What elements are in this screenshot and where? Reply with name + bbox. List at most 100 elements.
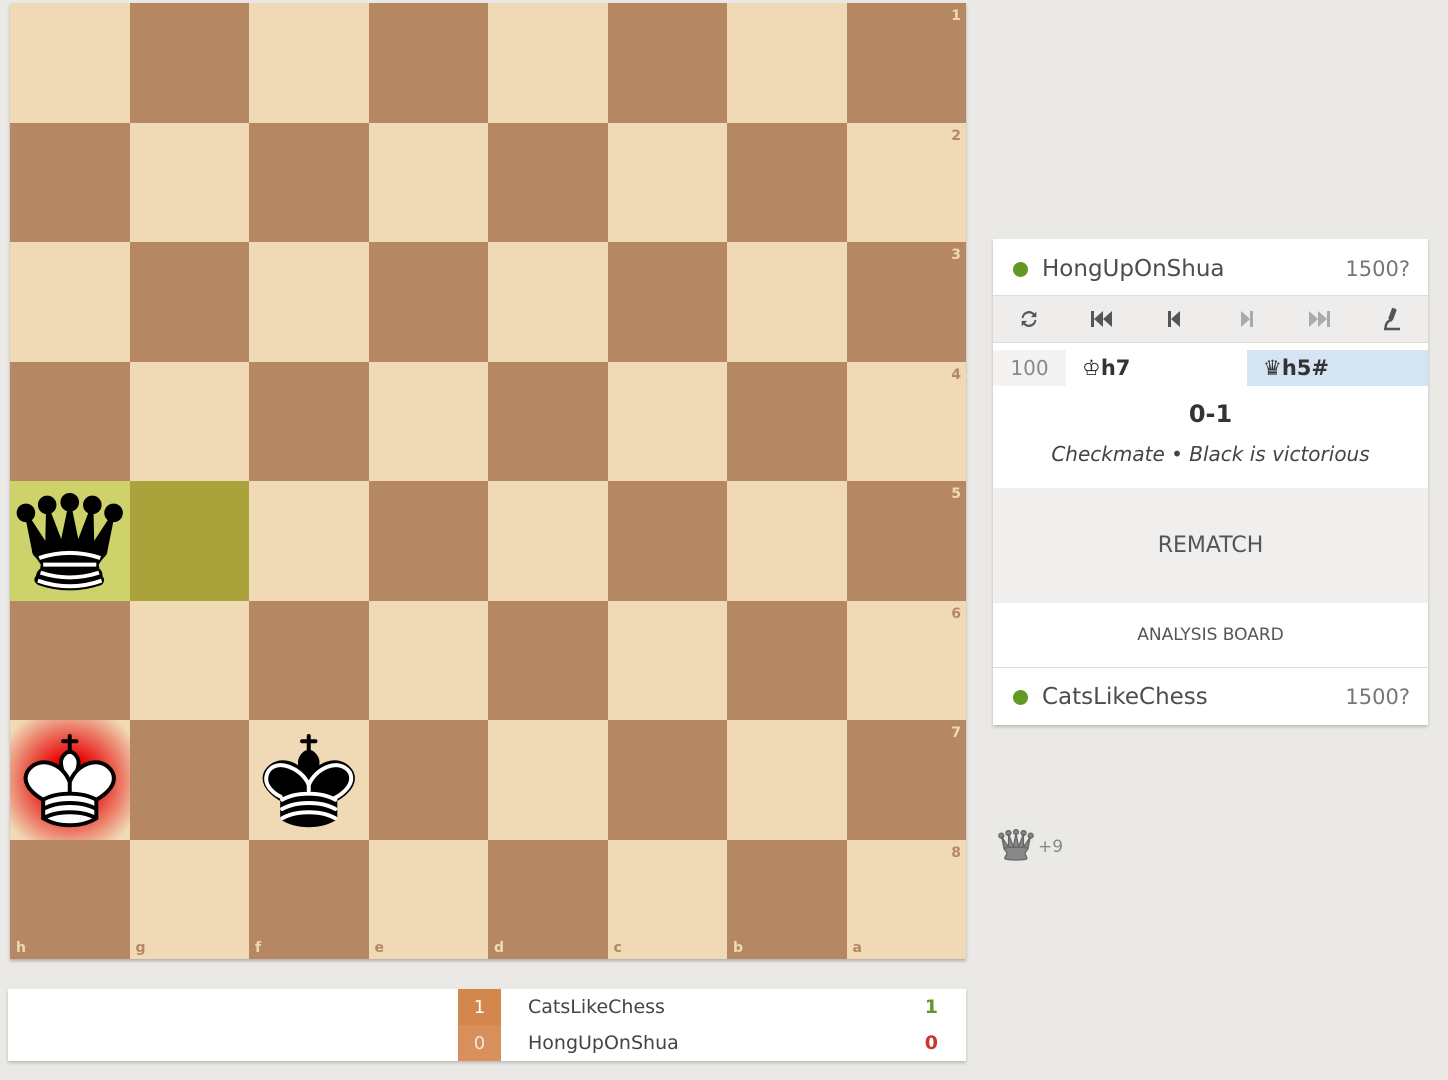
square-b5[interactable] xyxy=(727,481,847,601)
black-move[interactable]: ♛h5# xyxy=(1247,350,1428,386)
square-a2[interactable]: 2 xyxy=(846,122,966,242)
file-label: c xyxy=(613,940,622,956)
square-d8[interactable]: d xyxy=(488,839,608,959)
square-b6[interactable] xyxy=(727,600,847,720)
square-c3[interactable] xyxy=(607,242,727,362)
file-label: f xyxy=(255,940,262,956)
queen-icon xyxy=(996,825,1036,869)
square-h6[interactable] xyxy=(10,600,130,720)
square-e5[interactable] xyxy=(368,481,488,601)
next-move-icon[interactable] xyxy=(1227,299,1267,339)
square-a7[interactable]: 7 xyxy=(846,720,966,840)
square-c6[interactable] xyxy=(607,600,727,720)
square-b3[interactable] xyxy=(727,242,847,362)
square-a6[interactable]: 6 xyxy=(846,600,966,720)
square-d6[interactable] xyxy=(488,600,608,720)
last-move-icon[interactable] xyxy=(1299,299,1339,339)
crosstable: 1 CatsLikeChess 1 0 HongUpOnShua 0 xyxy=(8,989,966,1061)
analysis-board-button[interactable]: ANALYSIS BOARD xyxy=(993,603,1428,668)
square-f1[interactable] xyxy=(249,3,369,123)
square-g7[interactable] xyxy=(129,720,249,840)
move-list: 100 ♔h7 ♛h5# xyxy=(993,350,1428,386)
square-e1[interactable] xyxy=(368,3,488,123)
square-d1[interactable] xyxy=(488,3,608,123)
square-g5[interactable] xyxy=(129,481,249,601)
square-c7[interactable] xyxy=(607,720,727,840)
rank-label: 8 xyxy=(951,844,961,861)
square-e8[interactable]: e xyxy=(368,839,488,959)
square-c8[interactable]: c xyxy=(607,839,727,959)
square-c5[interactable] xyxy=(607,481,727,601)
square-h4[interactable] xyxy=(10,361,130,481)
square-c4[interactable] xyxy=(607,361,727,481)
square-f4[interactable] xyxy=(249,361,369,481)
chess-board[interactable]: 12345 6 7 hgf edc b 8a xyxy=(10,3,966,959)
game-result: 0-1 Checkmate • Black is victorious xyxy=(993,386,1428,486)
player-name[interactable]: HongUpOnShua xyxy=(1042,256,1225,282)
square-g3[interactable] xyxy=(129,242,249,362)
analysis-icon[interactable] xyxy=(1372,299,1412,339)
square-f6[interactable] xyxy=(249,600,369,720)
square-d3[interactable] xyxy=(488,242,608,362)
player-name[interactable]: HongUpOnShua xyxy=(528,1032,679,1054)
square-f2[interactable] xyxy=(249,122,369,242)
square-h5[interactable] xyxy=(10,481,130,601)
square-e7[interactable] xyxy=(368,720,488,840)
square-b1[interactable] xyxy=(727,3,847,123)
square-d7[interactable] xyxy=(488,720,608,840)
square-g2[interactable] xyxy=(129,122,249,242)
crosstable-row[interactable]: 1 CatsLikeChess 1 xyxy=(458,989,966,1025)
square-a1[interactable]: 1 xyxy=(846,3,966,123)
square-h7[interactable] xyxy=(10,720,130,840)
square-c1[interactable] xyxy=(607,3,727,123)
square-g6[interactable] xyxy=(129,600,249,720)
square-b7[interactable] xyxy=(727,720,847,840)
square-e4[interactable] xyxy=(368,361,488,481)
black-king-piece[interactable] xyxy=(249,720,369,840)
prev-move-icon[interactable] xyxy=(1154,299,1194,339)
square-g1[interactable] xyxy=(129,3,249,123)
square-h1[interactable] xyxy=(10,3,130,123)
rematch-button[interactable]: REMATCH xyxy=(993,488,1428,603)
square-d5[interactable] xyxy=(488,481,608,601)
rank-label: 6 xyxy=(951,605,961,622)
square-d4[interactable] xyxy=(488,361,608,481)
square-f7[interactable] xyxy=(249,720,369,840)
square-h3[interactable] xyxy=(10,242,130,362)
square-h8[interactable]: h xyxy=(10,839,130,959)
first-move-icon[interactable] xyxy=(1082,299,1122,339)
square-a4[interactable]: 4 xyxy=(846,361,966,481)
flip-icon[interactable] xyxy=(1009,299,1049,339)
square-d2[interactable] xyxy=(488,122,608,242)
square-b2[interactable] xyxy=(727,122,847,242)
white-move[interactable]: ♔h7 xyxy=(1066,350,1247,386)
player-name[interactable]: CatsLikeChess xyxy=(1042,684,1208,710)
game-badge: 0 xyxy=(458,1025,501,1061)
crosstable-row[interactable]: 0 HongUpOnShua 0 xyxy=(458,1025,966,1061)
square-e3[interactable] xyxy=(368,242,488,362)
top-player[interactable]: HongUpOnShua 1500? xyxy=(993,241,1428,297)
square-h2[interactable] xyxy=(10,122,130,242)
black-queen-piece[interactable] xyxy=(10,481,130,601)
square-e2[interactable] xyxy=(368,122,488,242)
player-name[interactable]: CatsLikeChess xyxy=(528,996,665,1018)
player-rating: 1500? xyxy=(1345,257,1410,281)
white-king-piece[interactable] xyxy=(10,720,130,840)
square-g8[interactable]: g xyxy=(129,839,249,959)
square-a3[interactable]: 3 xyxy=(846,242,966,362)
square-b4[interactable] xyxy=(727,361,847,481)
square-e6[interactable] xyxy=(368,600,488,720)
bottom-player[interactable]: CatsLikeChess 1500? xyxy=(993,669,1428,725)
square-g4[interactable] xyxy=(129,361,249,481)
rank-label: 7 xyxy=(951,725,961,741)
move-controls xyxy=(993,295,1428,343)
online-status-dot xyxy=(1013,689,1028,705)
square-a5[interactable]: 5 xyxy=(846,481,966,601)
square-b8[interactable]: b xyxy=(727,839,847,959)
square-a8[interactable]: 8a xyxy=(846,839,966,959)
square-f8[interactable]: f xyxy=(249,839,369,959)
square-c2[interactable] xyxy=(607,122,727,242)
square-f3[interactable] xyxy=(249,242,369,362)
square-f5[interactable] xyxy=(249,481,369,601)
file-label: b xyxy=(733,940,744,956)
